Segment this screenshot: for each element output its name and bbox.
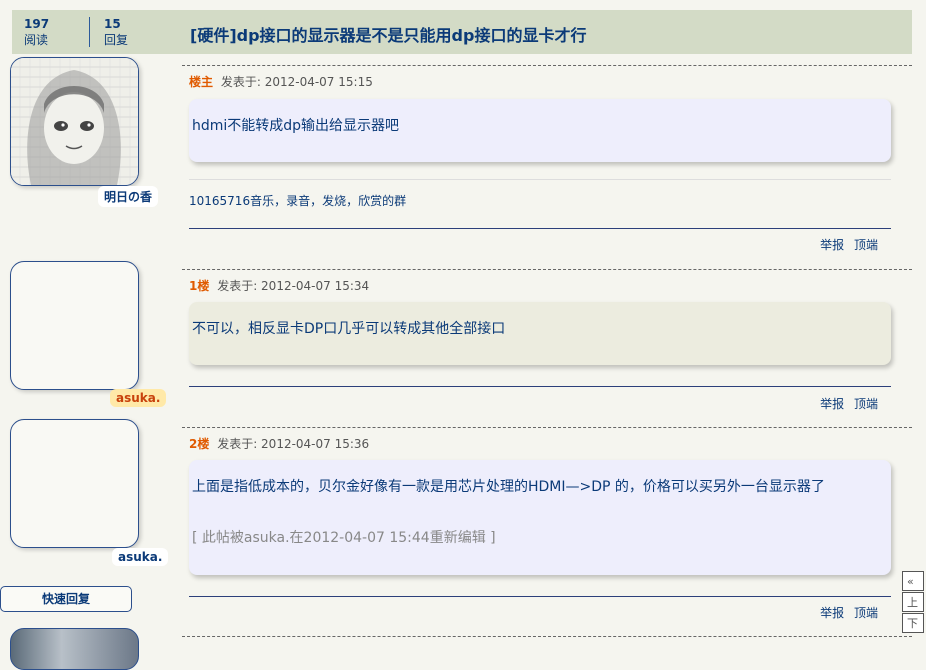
username[interactable]: asuka. (110, 389, 167, 407)
views-stat: 197 阅读 (24, 16, 49, 48)
quick-reply-button[interactable]: 快速回复 (0, 586, 132, 612)
floor-label: 2楼 (189, 437, 210, 451)
post-text: 上面是指低成本的，贝尔金好像有一款是用芯片处理的HDMI—>DP 的，价格可以买… (192, 479, 825, 495)
collapse-nav-button[interactable]: « (902, 571, 924, 591)
post-footer-rule (189, 228, 891, 229)
avatar[interactable] (10, 261, 139, 390)
report-link[interactable]: 举报 (820, 238, 844, 252)
post-separator (182, 427, 912, 428)
post-meta: 楼主 发表于: 2012-04-07 15:15 (189, 73, 373, 90)
post-text: 不可以，相反显卡DP口几乎可以转成其他全部接口 (192, 321, 506, 337)
edit-note: [ 此帖被asuka.在2012-04-07 15:44重新编辑 ] (192, 530, 496, 546)
username[interactable]: asuka. (112, 548, 169, 566)
post-separator (182, 65, 912, 66)
post-meta: 1楼 发表于: 2012-04-07 15:34 (189, 277, 369, 294)
username[interactable]: 明日の香 (98, 186, 159, 207)
avatar[interactable] (10, 419, 139, 548)
post-actions: 举报 顶端 (814, 395, 878, 412)
post-content: 不可以，相反显卡DP口几乎可以转成其他全部接口 (189, 302, 891, 365)
post-date: 发表于: 2012-04-07 15:15 (220, 75, 373, 89)
floor-label: 1楼 (189, 279, 210, 293)
post-signature: 10165716音乐，录音，发烧，欣赏的群 (189, 194, 407, 208)
report-link[interactable]: 举报 (820, 606, 844, 620)
post-content: 上面是指低成本的，贝尔金好像有一款是用芯片处理的HDMI—>DP 的，价格可以买… (189, 460, 891, 575)
views-count: 197 (24, 17, 50, 31)
replies-label: 回复 (104, 33, 129, 47)
thread-title: [硬件]dp接口的显示器是不是只能用dp接口的显卡才行 (190, 26, 587, 45)
stat-divider (89, 17, 90, 47)
scroll-up-button[interactable]: 上 (902, 592, 924, 612)
post-meta: 2楼 发表于: 2012-04-07 15:36 (189, 435, 369, 452)
replies-stat: 15 回复 (104, 16, 128, 48)
avatar[interactable] (10, 57, 139, 186)
floor-label: 楼主 (189, 75, 214, 89)
post-content: hdmi不能转成dp输出给显示器吧 (189, 99, 891, 162)
post-separator (182, 636, 912, 637)
thread-header: 197 阅读 15 回复 [硬件]dp接口的显示器是不是只能用dp接口的显卡才行 (12, 10, 912, 54)
post-text: hdmi不能转成dp输出给显示器吧 (192, 118, 400, 134)
avatar[interactable] (10, 628, 139, 670)
post-date: 发表于: 2012-04-07 15:34 (217, 279, 370, 293)
side-nav: « 上 下 (902, 571, 926, 634)
back-to-top-link[interactable]: 顶端 (854, 397, 878, 411)
signature-divider (189, 179, 891, 180)
views-label: 阅读 (24, 33, 49, 47)
post-separator (182, 269, 912, 270)
post-footer-rule (189, 596, 891, 597)
post-actions: 举报 顶端 (814, 604, 878, 621)
post-actions: 举报 顶端 (814, 236, 878, 253)
post-date: 发表于: 2012-04-07 15:36 (217, 437, 370, 451)
back-to-top-link[interactable]: 顶端 (854, 606, 878, 620)
report-link[interactable]: 举报 (820, 397, 844, 411)
scroll-down-button[interactable]: 下 (902, 613, 924, 633)
sketch-avatar-icon (11, 58, 138, 185)
replies-count: 15 (104, 17, 121, 31)
post-footer-rule (189, 386, 891, 387)
back-to-top-link[interactable]: 顶端 (854, 238, 878, 252)
